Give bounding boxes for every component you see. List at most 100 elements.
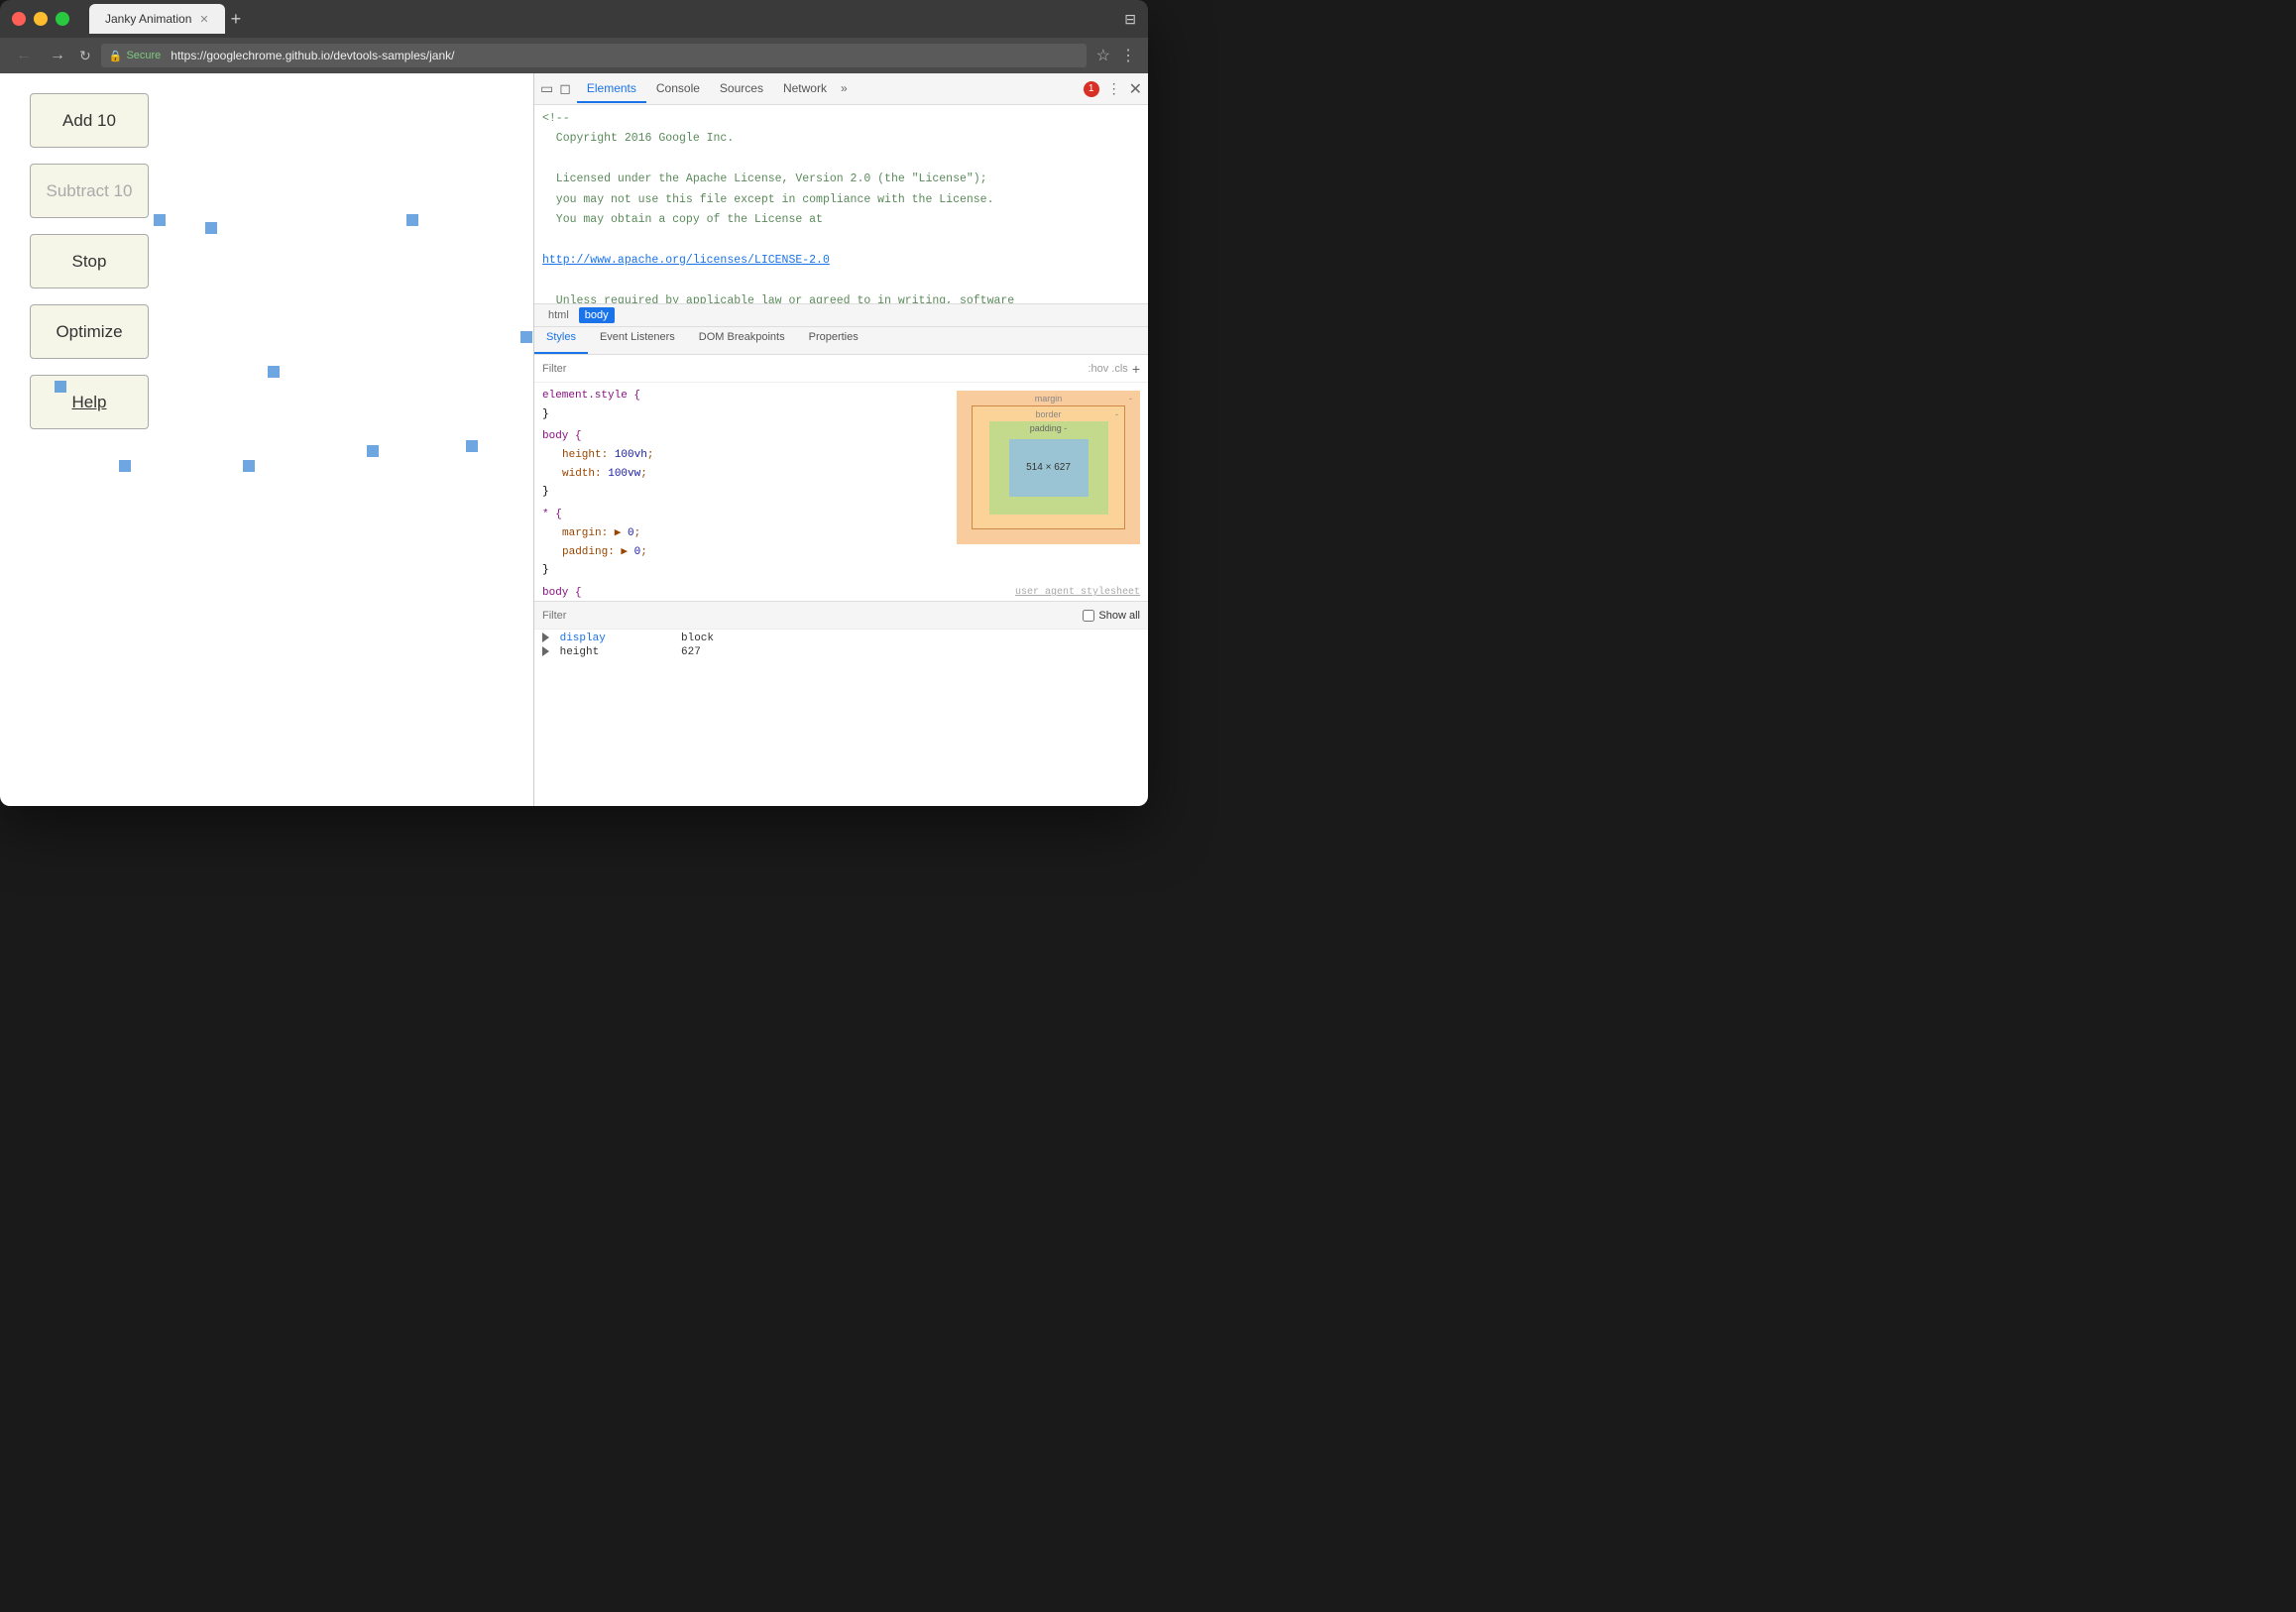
stop-button[interactable]: Stop xyxy=(30,234,149,288)
styles-tab-dom-breakpoints[interactable]: DOM Breakpoints xyxy=(687,327,797,354)
code-comment-blank3 xyxy=(534,271,1148,290)
box-model: margin - border - padding - 514 × 62 xyxy=(957,391,1140,544)
box-content: 514 × 627 xyxy=(1009,439,1089,497)
devtools-header: ▭ ◻ Elements Console Sources Network » 1… xyxy=(534,73,1148,105)
styles-tab-properties[interactable]: Properties xyxy=(797,327,870,354)
maximize-button[interactable] xyxy=(56,12,69,26)
page-content: Add 10 Subtract 10 Stop Optimize Help xyxy=(0,73,533,806)
styles-area: :hov .cls + element.style { } body { xyxy=(534,355,1148,601)
add-style-rule-button[interactable]: + xyxy=(1132,361,1140,377)
optimize-button[interactable]: Optimize xyxy=(30,304,149,359)
styles-tab-styles[interactable]: Styles xyxy=(534,327,588,354)
computed-row-display: display block xyxy=(542,632,1140,645)
style-source-ua: user agent stylesheet xyxy=(1015,584,1140,601)
back-button[interactable]: ← xyxy=(12,45,36,66)
computed-rows: display block height 627 xyxy=(534,630,1148,661)
style-rule-body-ua: body { user agent stylesheet display: bl… xyxy=(542,584,1140,601)
tab-console[interactable]: Console xyxy=(646,75,710,103)
devtools-icons: ▭ ◻ xyxy=(540,80,571,97)
devtools-header-right: 1 ⋮ ✕ xyxy=(1084,79,1142,99)
triangle-icon-display xyxy=(542,633,549,642)
styles-filter-bar: :hov .cls + xyxy=(534,355,1148,383)
computed-header: Show all xyxy=(534,602,1148,630)
help-button[interactable]: Help xyxy=(30,375,149,429)
devtools-close-button[interactable]: ✕ xyxy=(1129,79,1142,99)
inspect-icon[interactable]: ▭ xyxy=(540,80,553,97)
error-badge: 1 xyxy=(1084,81,1099,97)
breadcrumb-body[interactable]: body xyxy=(579,307,615,323)
reload-button[interactable]: ↻ xyxy=(79,48,91,64)
cast-icon[interactable]: ⊟ xyxy=(1124,11,1136,28)
code-comment-license1: Licensed under the Apache License, Versi… xyxy=(534,170,1148,189)
box-margin-label: margin xyxy=(1035,394,1063,403)
computed-section: Show all display block height xyxy=(534,601,1148,661)
styles-tabs: Styles Event Listeners DOM Breakpoints P… xyxy=(534,327,1148,355)
tab-janky-animation[interactable]: Janky Animation ✕ xyxy=(89,4,225,34)
box-border-dash: - xyxy=(1115,409,1118,419)
tab-network[interactable]: Network xyxy=(773,75,837,103)
tab-area: Janky Animation ✕ + xyxy=(89,4,1124,34)
computed-prop-display: display xyxy=(542,633,681,644)
code-comment-blank2 xyxy=(534,230,1148,250)
animated-element-3 xyxy=(205,222,217,234)
secure-label: Secure xyxy=(126,50,161,61)
box-padding-label: padding - xyxy=(1030,423,1068,433)
animated-element-2 xyxy=(154,214,166,226)
device-icon[interactable]: ◻ xyxy=(559,80,571,97)
show-all-checkbox[interactable] xyxy=(1083,610,1094,622)
show-all-toggle[interactable]: Show all xyxy=(1083,610,1140,622)
styles-filter-hint: :hov .cls xyxy=(1088,363,1127,375)
animated-element-11 xyxy=(119,460,131,472)
box-border: border - padding - 514 × 627 xyxy=(972,405,1125,529)
box-border-label: border xyxy=(1035,409,1061,419)
toolbar-right: ⊟ xyxy=(1124,11,1136,28)
code-comment-start: <!-- xyxy=(534,109,1148,129)
tab-elements[interactable]: Elements xyxy=(577,75,646,103)
tab-sources[interactable]: Sources xyxy=(710,75,773,103)
animated-element-7 xyxy=(243,460,255,472)
elements-panel: <!-- Copyright 2016 Google Inc. Licensed… xyxy=(534,105,1148,303)
computed-row-height: height 627 xyxy=(542,645,1140,659)
devtools-more-menu[interactable]: ⋮ xyxy=(1107,80,1121,97)
code-comment-copyright: Copyright 2016 Google Inc. xyxy=(534,129,1148,149)
url-text: https://googlechrome.github.io/devtools-… xyxy=(171,49,454,62)
bookmark-button[interactable]: ☆ xyxy=(1096,46,1110,65)
computed-val-display: block xyxy=(681,633,714,644)
animated-element-9 xyxy=(466,440,478,452)
computed-prop-height: height xyxy=(542,646,681,658)
code-comment-license3: You may obtain a copy of the License at xyxy=(534,210,1148,230)
add-10-button[interactable]: Add 10 xyxy=(30,93,149,148)
show-all-label: Show all xyxy=(1098,610,1140,622)
animated-element-4 xyxy=(268,366,280,378)
page-buttons: Add 10 Subtract 10 Stop Optimize Help xyxy=(30,93,149,429)
styles-tab-event-listeners[interactable]: Event Listeners xyxy=(588,327,687,354)
minimize-button[interactable] xyxy=(34,12,48,26)
url-bar[interactable]: 🔒 Secure https://googlechrome.github.io/… xyxy=(101,44,1087,67)
menu-button[interactable]: ⋮ xyxy=(1120,46,1136,65)
styles-filter-input[interactable] xyxy=(542,363,1088,375)
addressbar: ← → ↻ 🔒 Secure https://googlechrome.gith… xyxy=(0,38,1148,73)
main-area: Add 10 Subtract 10 Stop Optimize Help xyxy=(0,73,1148,806)
tab-close-icon[interactable]: ✕ xyxy=(199,13,208,26)
computed-prop-display-label: display xyxy=(560,633,606,644)
tab-label: Janky Animation xyxy=(105,12,191,26)
box-padding: padding - 514 × 627 xyxy=(989,421,1108,515)
computed-prop-height-label: height xyxy=(560,646,600,658)
box-margin: margin - border - padding - 514 × 62 xyxy=(957,391,1140,544)
new-tab-button[interactable]: + xyxy=(231,9,242,30)
titlebar: Janky Animation ✕ + ⊟ xyxy=(0,0,1148,38)
devtools-tabs: Elements Console Sources Network » xyxy=(577,75,1084,103)
close-button[interactable] xyxy=(12,12,26,26)
breadcrumb-bar: html body xyxy=(534,303,1148,327)
style-rule-body-ua-selector: body { user agent stylesheet xyxy=(542,584,1140,601)
subtract-10-button[interactable]: Subtract 10 xyxy=(30,164,149,218)
breadcrumb-html[interactable]: html xyxy=(542,307,575,323)
computed-filter-input[interactable] xyxy=(542,610,1083,622)
secure-icon: 🔒 xyxy=(109,50,123,62)
computed-val-height: 627 xyxy=(681,646,701,658)
animated-element-5 xyxy=(406,214,418,226)
window-chrome: Janky Animation ✕ + ⊟ ← → ↻ 🔒 Secure htt… xyxy=(0,0,1148,806)
code-comment-url[interactable]: http://www.apache.org/licenses/LICENSE-2… xyxy=(534,251,1148,271)
forward-button[interactable]: → xyxy=(46,45,69,66)
more-tabs-button[interactable]: » xyxy=(837,75,852,103)
